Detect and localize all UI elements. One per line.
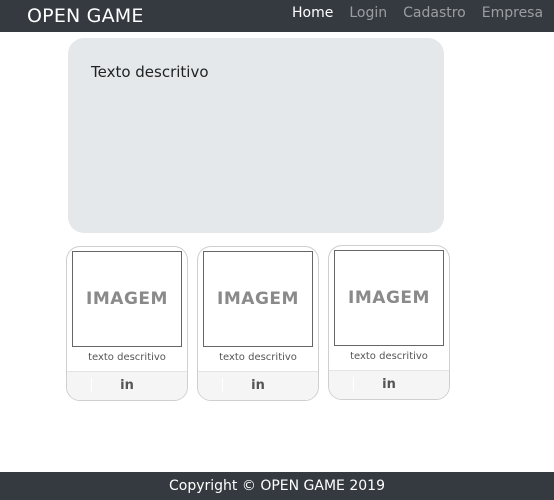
nav-link-home[interactable]: Home — [292, 5, 333, 21]
card-image-placeholder: IMAGEM — [334, 250, 444, 346]
nav-link-login[interactable]: Login — [349, 5, 387, 21]
card: IMAGEM texto descritivo in — [197, 246, 319, 401]
card-image-placeholder: IMAGEM — [203, 251, 313, 347]
brand-logo[interactable]: OPEN GAME — [27, 5, 144, 27]
card-caption: texto descritivo — [350, 351, 428, 362]
page-footer: Copyright © OPEN GAME 2019 — [0, 472, 554, 500]
linkedin-icon[interactable]: in — [329, 377, 449, 392]
linkedin-icon[interactable]: in — [198, 378, 318, 393]
hero-panel: Texto descritivo — [68, 38, 444, 233]
nav-link-cadastro[interactable]: Cadastro — [403, 5, 466, 21]
card-image-placeholder: IMAGEM — [72, 251, 182, 347]
card-footer: in — [198, 371, 318, 400]
card-footer: in — [329, 370, 449, 399]
nav-links: Home Login Cadastro Empresa — [292, 5, 554, 21]
hero-text: Texto descritivo — [91, 63, 209, 81]
navbar: OPEN GAME Home Login Cadastro Empresa — [0, 0, 554, 32]
copyright-text: Copyright © OPEN GAME 2019 — [169, 478, 385, 494]
nav-link-empresa[interactable]: Empresa — [482, 5, 543, 21]
card-caption: texto descritivo — [88, 352, 166, 363]
card-image-label: IMAGEM — [348, 288, 430, 308]
linkedin-icon[interactable]: in — [67, 378, 187, 393]
card-image-label: IMAGEM — [217, 289, 299, 309]
card-footer: in — [67, 371, 187, 400]
card-image-label: IMAGEM — [86, 289, 168, 309]
card: IMAGEM texto descritivo in — [328, 245, 450, 400]
card: IMAGEM texto descritivo in — [66, 246, 188, 401]
card-caption: texto descritivo — [219, 352, 297, 363]
